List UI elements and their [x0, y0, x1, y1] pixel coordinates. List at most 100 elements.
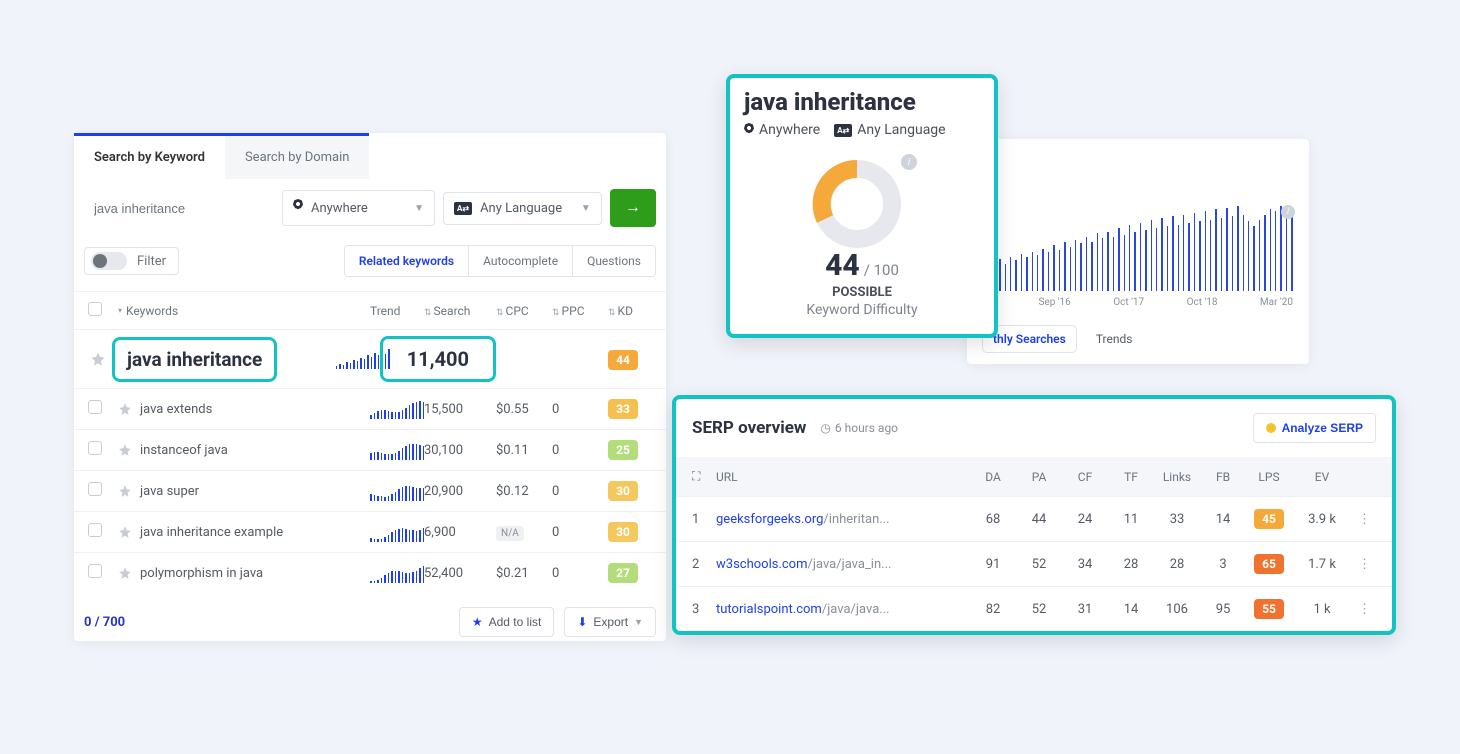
- language-icon: A⇄: [834, 124, 852, 137]
- pill-questions[interactable]: Questions: [572, 246, 655, 276]
- row-menu-icon[interactable]: ⋮: [1352, 512, 1376, 527]
- pill-related[interactable]: Related keywords: [345, 246, 468, 276]
- arrow-right-icon: →: [625, 199, 641, 217]
- difficulty-gauge-icon: [807, 154, 907, 254]
- location-pin-icon: [744, 123, 754, 137]
- keyword-row[interactable]: java extends15,500$0.55033: [74, 388, 666, 429]
- serp-overview-panel: SERP overview ◷6 hours ago Analyze SERP …: [672, 395, 1396, 635]
- keyword-row[interactable]: java inheritance example6,900N/A030: [74, 511, 666, 552]
- selection-counter: 0 / 700: [84, 615, 125, 630]
- search-volume: 6,900: [424, 525, 496, 540]
- fb-value: 3: [1200, 557, 1246, 572]
- search-volume: 52,400: [424, 566, 496, 581]
- info-icon[interactable]: i: [1281, 205, 1295, 219]
- row-menu-icon[interactable]: ⋮: [1352, 557, 1376, 572]
- chart-view-tabs: thly Searches Trends: [983, 326, 1293, 352]
- star-icon[interactable]: [118, 443, 132, 457]
- row-menu-icon[interactable]: ⋮: [1352, 602, 1376, 617]
- analyze-serp-button[interactable]: Analyze SERP: [1253, 413, 1376, 443]
- ppc-value: 0: [552, 443, 608, 458]
- star-icon: ★: [472, 615, 483, 629]
- chart-tab-trends[interactable]: Trends: [1086, 326, 1143, 352]
- fb-value: 14: [1200, 512, 1246, 527]
- ppc-value: 0: [552, 525, 608, 540]
- cpc-value: $0.21: [496, 566, 552, 581]
- lps-badge: 55: [1254, 599, 1284, 619]
- ppc-value: 0: [552, 566, 608, 581]
- col-ppc[interactable]: ⇅PPC: [552, 304, 608, 318]
- panel-footer: 0 / 700 ★ Add to list ⬇ Export ▼: [74, 593, 666, 641]
- serp-row[interactable]: 2w3schools.com/java/java_in...9152342828…: [676, 541, 1392, 586]
- kd-badge: 30: [608, 522, 638, 542]
- col-url: URL: [716, 470, 970, 484]
- tab-keyword[interactable]: Search by Keyword: [74, 136, 225, 179]
- lps-badge: 65: [1254, 554, 1284, 574]
- keyword-text: java super: [140, 484, 370, 499]
- chevron-down-icon: ▼: [581, 203, 591, 214]
- row-checkbox[interactable]: [88, 400, 102, 414]
- serp-title: SERP overview: [692, 418, 806, 438]
- keyword-input[interactable]: [90, 191, 274, 226]
- location-dropdown[interactable]: Anywhere ▼: [282, 190, 435, 226]
- star-icon[interactable]: [118, 566, 132, 580]
- col-cpc[interactable]: ⇅CPC: [496, 304, 552, 318]
- col-ev: EV: [1292, 470, 1352, 484]
- da-value: 91: [970, 557, 1016, 572]
- select-all-checkbox[interactable]: [88, 302, 102, 316]
- keyword-row[interactable]: java super20,900$0.12030: [74, 470, 666, 511]
- toggle-switch[interactable]: [91, 252, 127, 270]
- col-kd[interactable]: ⇅KD: [608, 304, 652, 318]
- pa-value: 52: [1016, 557, 1062, 572]
- row-checkbox[interactable]: [88, 441, 102, 455]
- info-icon[interactable]: i: [901, 154, 917, 170]
- add-to-list-button[interactable]: ★ Add to list: [459, 607, 554, 637]
- star-icon[interactable]: [118, 484, 132, 498]
- star-icon[interactable]: [90, 351, 106, 367]
- search-mode-tabs: Search by Keyword Search by Domain: [74, 133, 369, 179]
- star-icon[interactable]: [118, 525, 132, 539]
- serp-url[interactable]: tutorialspoint.com/java/java...: [716, 602, 970, 617]
- expand-icon[interactable]: ⛶: [692, 469, 716, 484]
- kd-label: Keyword Difficulty: [744, 302, 980, 318]
- col-tf: TF: [1108, 470, 1154, 484]
- search-go-button[interactable]: →: [610, 189, 656, 227]
- star-icon[interactable]: [118, 402, 132, 416]
- highlighted-row: java inheritance 11,400 44: [74, 329, 666, 388]
- location-value: Anywhere: [311, 201, 368, 216]
- serp-updated-time: ◷6 hours ago: [820, 421, 898, 435]
- language-icon: A⇄: [454, 202, 472, 215]
- serp-row[interactable]: 1geeksforgeeks.org/inheritan...684424113…: [676, 496, 1392, 541]
- col-search[interactable]: ⇅Search: [424, 304, 496, 318]
- col-lps: LPS: [1246, 470, 1292, 484]
- ev-value: 3.9 k: [1292, 512, 1352, 527]
- row-checkbox[interactable]: [88, 564, 102, 578]
- row-checkbox[interactable]: [88, 523, 102, 537]
- pill-autocomplete[interactable]: Autocomplete: [468, 246, 572, 276]
- chart-x-axis: '15Sep '16Oct '17Oct '18Mar '20: [983, 297, 1293, 308]
- col-cf: CF: [1062, 470, 1108, 484]
- table-header: ▾Keywords Trend ⇅Search ⇅CPC ⇅PPC ⇅KD: [74, 291, 666, 329]
- serp-row[interactable]: 3tutorialspoint.com/java/java...82523114…: [676, 586, 1392, 631]
- trend-sparkline: [370, 563, 424, 583]
- serp-rank: 3: [692, 602, 716, 617]
- kd-badge: 33: [608, 399, 638, 419]
- language-dropdown[interactable]: A⇄ Any Language ▼: [443, 192, 602, 225]
- trend-sparkline: [370, 440, 424, 460]
- da-value: 82: [970, 602, 1016, 617]
- filter-toggle[interactable]: Filter: [84, 247, 179, 275]
- highlighted-keyword: java inheritance: [112, 337, 277, 382]
- keyword-search-panel: Search by Keyword Search by Domain Anywh…: [74, 133, 666, 641]
- col-keywords[interactable]: ▾Keywords: [118, 304, 370, 318]
- keyword-difficulty-card: java inheritance Anywhere A⇄Any Language…: [726, 74, 998, 338]
- keyword-row[interactable]: instanceof java30,100$0.11025: [74, 429, 666, 470]
- cf-value: 24: [1062, 512, 1108, 527]
- kd-card-meta: Anywhere A⇄Any Language: [744, 122, 980, 138]
- export-button[interactable]: ⬇ Export ▼: [564, 607, 656, 637]
- tab-domain[interactable]: Search by Domain: [225, 136, 370, 179]
- serp-url[interactable]: w3schools.com/java/java_in...: [716, 557, 970, 572]
- row-checkbox[interactable]: [88, 482, 102, 496]
- col-da: DA: [970, 470, 1016, 484]
- search-row: Anywhere ▼ A⇄ Any Language ▼ →: [74, 179, 666, 237]
- serp-url[interactable]: geeksforgeeks.org/inheritan...: [716, 512, 970, 527]
- keyword-row[interactable]: polymorphism in java52,400$0.21027: [74, 552, 666, 593]
